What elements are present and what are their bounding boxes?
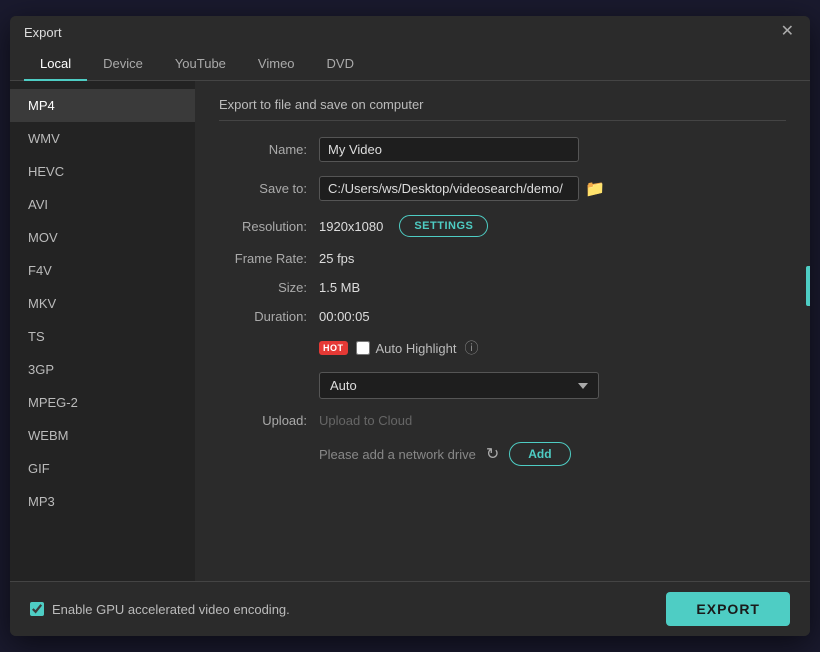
export-dialog: Export ✕ Local Device YouTube Vimeo DVD … xyxy=(10,16,810,636)
duration-label: Duration: xyxy=(219,309,319,324)
teal-accent-bar xyxy=(806,266,810,306)
resolution-value-row: 1920x1080 SETTINGS xyxy=(319,215,488,237)
size-value: 1.5 MB xyxy=(319,280,786,295)
section-header: Export to file and save on computer xyxy=(219,97,786,121)
refresh-icon[interactable]: ↻ xyxy=(486,444,499,464)
size-label: Size: xyxy=(219,280,319,295)
format-gif[interactable]: GIF xyxy=(10,452,195,485)
duration-row: Duration: 00:00:05 xyxy=(219,309,786,324)
resolution-label: Resolution: xyxy=(219,219,319,234)
format-f4v[interactable]: F4V xyxy=(10,254,195,287)
tab-dvd[interactable]: DVD xyxy=(311,48,370,81)
highlight-controls: HOT Auto Highlight ⓘ xyxy=(319,338,478,358)
settings-button[interactable]: SETTINGS xyxy=(399,215,488,237)
gpu-label-text: Enable GPU accelerated video encoding. xyxy=(52,602,290,617)
framerate-row: Frame Rate: 25 fps xyxy=(219,251,786,266)
path-row: 📁 xyxy=(319,176,605,201)
format-list: MP4 WMV HEVC AVI MOV F4V MKV TS 3GP MPEG… xyxy=(10,81,195,581)
format-webm[interactable]: WEBM xyxy=(10,419,195,452)
framerate-value: 25 fps xyxy=(319,251,786,266)
bottom-bar: Enable GPU accelerated video encoding. E… xyxy=(10,581,810,636)
format-mp4[interactable]: MP4 xyxy=(10,89,195,122)
format-3gp[interactable]: 3GP xyxy=(10,353,195,386)
auto-highlight-label[interactable]: Auto Highlight xyxy=(356,341,457,356)
tab-vimeo[interactable]: Vimeo xyxy=(242,48,311,81)
main-panel: Export to file and save on computer Name… xyxy=(195,81,810,581)
auto-select-row: Auto 720p 1080p 4K xyxy=(219,372,786,399)
content-area: MP4 WMV HEVC AVI MOV F4V MKV TS 3GP MPEG… xyxy=(10,81,810,581)
close-button[interactable]: ✕ xyxy=(779,24,796,40)
network-row: Please add a network drive ↻ Add xyxy=(219,442,786,466)
upload-row: Upload: Upload to Cloud xyxy=(219,413,786,428)
format-mp3[interactable]: MP3 xyxy=(10,485,195,518)
folder-icon[interactable]: 📁 xyxy=(585,179,605,199)
tab-bar: Local Device YouTube Vimeo DVD xyxy=(10,48,810,81)
resolution-row: Resolution: 1920x1080 SETTINGS xyxy=(219,215,786,237)
upload-label: Upload: xyxy=(219,413,319,428)
format-avi[interactable]: AVI xyxy=(10,188,195,221)
hot-badge: HOT xyxy=(319,341,348,355)
add-network-button[interactable]: Add xyxy=(509,442,570,466)
size-row: Size: 1.5 MB xyxy=(219,280,786,295)
tab-youtube[interactable]: YouTube xyxy=(159,48,242,81)
save-path-input[interactable] xyxy=(319,176,579,201)
format-mpeg2[interactable]: MPEG-2 xyxy=(10,386,195,419)
format-mov[interactable]: MOV xyxy=(10,221,195,254)
export-button[interactable]: EXPORT xyxy=(666,592,790,626)
format-wmv[interactable]: WMV xyxy=(10,122,195,155)
tab-device[interactable]: Device xyxy=(87,48,159,81)
framerate-label: Frame Rate: xyxy=(219,251,319,266)
format-hevc[interactable]: HEVC xyxy=(10,155,195,188)
format-mkv[interactable]: MKV xyxy=(10,287,195,320)
auto-highlight-text: Auto Highlight xyxy=(376,341,457,356)
auto-highlight-checkbox[interactable] xyxy=(356,341,370,355)
save-to-row: Save to: 📁 xyxy=(219,176,786,201)
name-row: Name: xyxy=(219,137,786,162)
gpu-checkbox[interactable] xyxy=(30,602,44,616)
upload-cloud-button: Upload to Cloud xyxy=(319,413,412,428)
network-text: Please add a network drive xyxy=(319,447,476,462)
save-to-label: Save to: xyxy=(219,181,319,196)
resolution-value: 1920x1080 xyxy=(319,219,383,234)
highlight-row: HOT Auto Highlight ⓘ xyxy=(219,338,786,358)
gpu-acceleration-label[interactable]: Enable GPU accelerated video encoding. xyxy=(30,602,290,617)
tab-local[interactable]: Local xyxy=(24,48,87,81)
format-ts[interactable]: TS xyxy=(10,320,195,353)
auto-select-dropdown[interactable]: Auto 720p 1080p 4K xyxy=(319,372,599,399)
title-bar: Export ✕ xyxy=(10,16,810,48)
network-controls: Please add a network drive ↻ Add xyxy=(319,442,571,466)
help-icon[interactable]: ⓘ xyxy=(464,338,478,358)
name-label: Name: xyxy=(219,142,319,157)
duration-value: 00:00:05 xyxy=(319,309,786,324)
name-input[interactable] xyxy=(319,137,579,162)
dialog-title: Export xyxy=(24,25,62,40)
